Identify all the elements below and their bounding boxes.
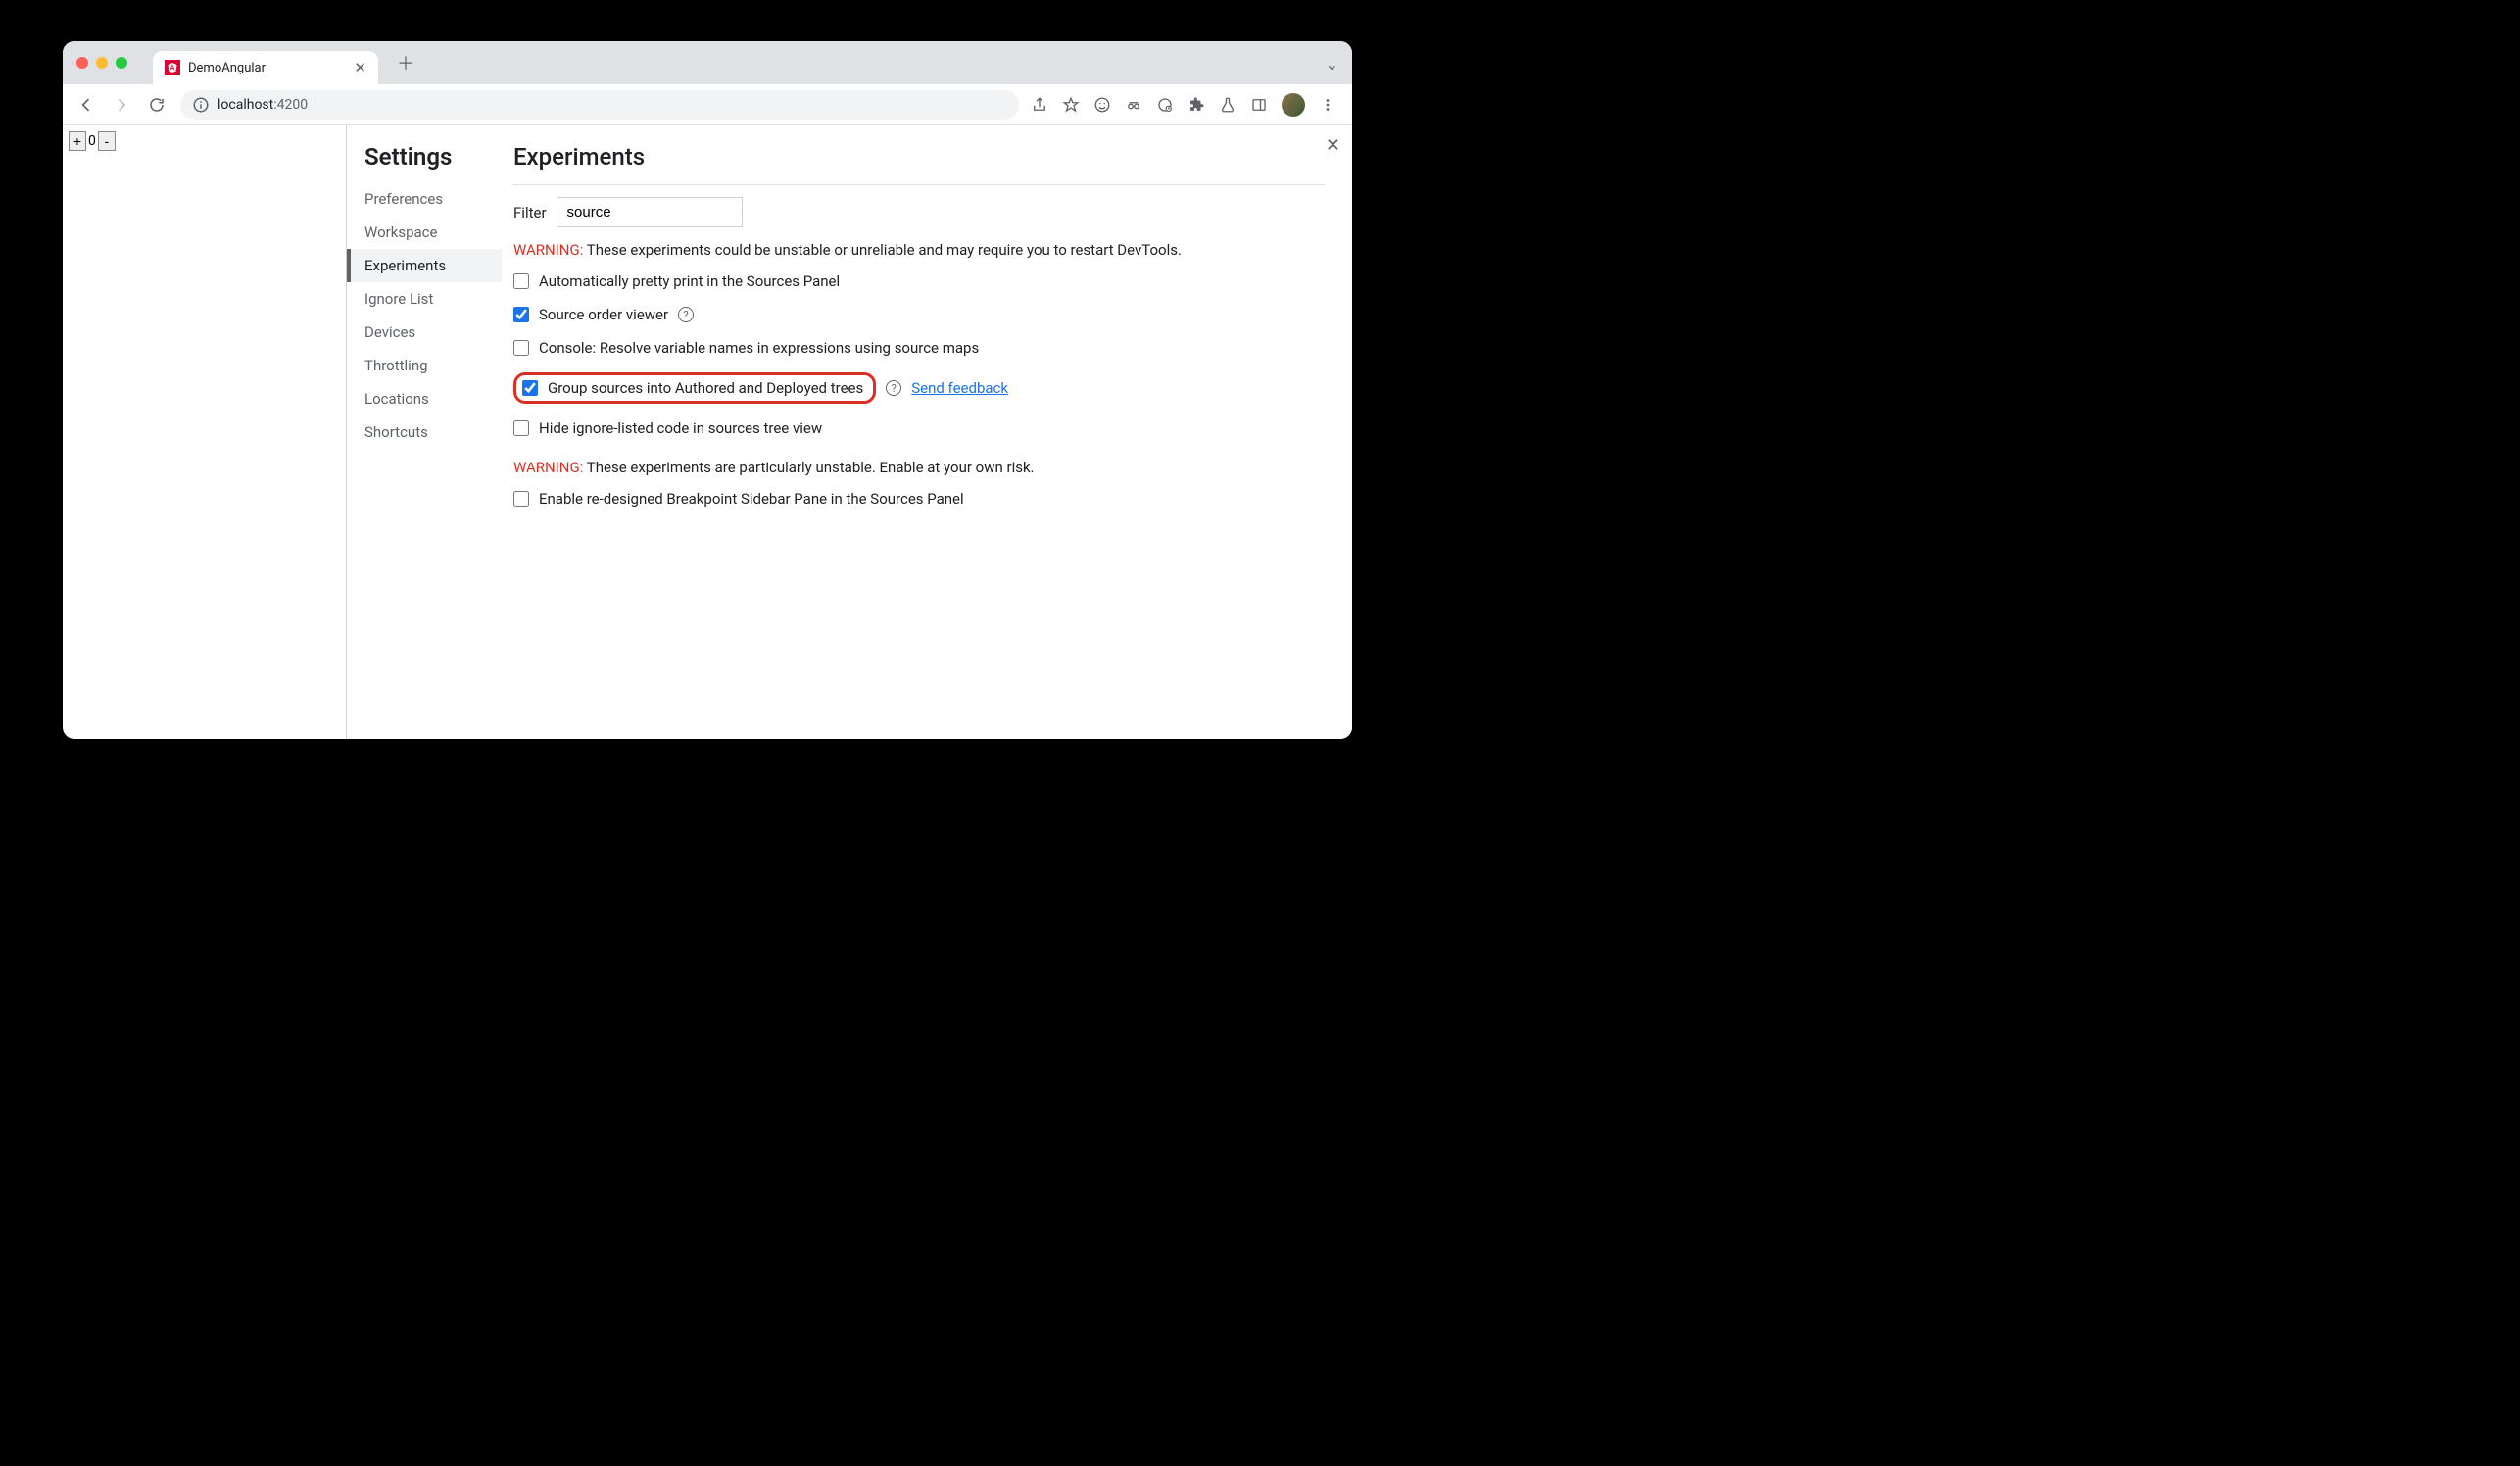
extensions-puzzle-icon[interactable] [1187, 96, 1205, 114]
highlight-box: Group sources into Authored and Deployed… [513, 372, 876, 404]
nav-throttling[interactable]: Throttling [347, 349, 502, 382]
content-area: + 0 - ✕ Settings Preferences Workspace E… [63, 125, 1352, 739]
nav-locations[interactable]: Locations [347, 382, 502, 415]
tab-title: DemoAngular [188, 61, 346, 75]
experiment-label: Console: Resolve variable names in expre… [539, 339, 979, 357]
new-tab-button[interactable]: ＋ [392, 49, 419, 76]
nav-workspace[interactable]: Workspace [347, 216, 502, 249]
browser-toolbar: localhost:4200 [63, 84, 1352, 125]
minimize-window-button[interactable] [96, 57, 108, 69]
angular-favicon-icon [165, 60, 180, 75]
window-controls [76, 57, 127, 69]
share-icon[interactable] [1031, 96, 1048, 114]
nav-devices[interactable]: Devices [347, 316, 502, 349]
filter-input[interactable] [557, 197, 743, 227]
nav-preferences[interactable]: Preferences [347, 182, 502, 216]
extension-smiley-icon[interactable] [1093, 96, 1111, 114]
experiment-group-sources-checkbox[interactable] [522, 380, 538, 396]
divider [513, 184, 1325, 185]
experiment-hide-ignore-listed: Hide ignore-listed code in sources tree … [513, 419, 1325, 437]
experiment-label: Source order viewer [539, 306, 668, 323]
tab-strip: DemoAngular ✕ ＋ ⌄ [63, 41, 1352, 84]
warning-particularly-unstable: WARNING: These experiments are particula… [513, 459, 1325, 476]
maximize-window-button[interactable] [116, 57, 127, 69]
experiment-label: Hide ignore-listed code in sources tree … [539, 419, 822, 437]
experiment-pretty-print: Automatically pretty print in the Source… [513, 272, 1325, 290]
experiment-breakpoint-sidebar: Enable re-designed Breakpoint Sidebar Pa… [513, 490, 1325, 508]
experiments-heading: Experiments [513, 143, 1325, 171]
toolbar-actions [1031, 93, 1340, 117]
extension-incognito-icon[interactable] [1125, 96, 1142, 114]
help-icon[interactable]: ? [678, 307, 694, 322]
experiment-label: Enable re-designed Breakpoint Sidebar Pa… [539, 490, 964, 508]
extension-clock-icon[interactable] [1156, 96, 1174, 114]
send-feedback-link[interactable]: Send feedback [911, 379, 1008, 397]
devtools-settings-panel: ✕ Settings Preferences Workspace Experim… [347, 125, 1352, 739]
increment-button[interactable]: + [69, 131, 86, 151]
site-info-icon[interactable] [192, 96, 210, 114]
experiment-pretty-print-checkbox[interactable] [513, 273, 529, 289]
decrement-button[interactable]: - [98, 131, 116, 151]
help-icon[interactable]: ? [886, 380, 901, 396]
browser-tab[interactable]: DemoAngular ✕ [153, 51, 378, 84]
settings-sidebar: Settings Preferences Workspace Experimen… [347, 125, 502, 739]
address-bar[interactable]: localhost:4200 [180, 90, 1019, 120]
experiment-console-resolve: Console: Resolve variable names in expre… [513, 339, 1325, 357]
close-tab-icon[interactable]: ✕ [354, 59, 366, 76]
experiment-group-sources: Group sources into Authored and Deployed… [513, 372, 1325, 404]
nav-shortcuts[interactable]: Shortcuts [347, 415, 502, 449]
tab-overflow-icon[interactable]: ⌄ [1326, 55, 1338, 73]
settings-nav: Preferences Workspace Experiments Ignore… [347, 182, 502, 449]
filter-label: Filter [513, 204, 547, 221]
nav-ignore-list[interactable]: Ignore List [347, 282, 502, 316]
settings-main: Experiments Filter WARNING: These experi… [502, 125, 1352, 739]
side-panel-icon[interactable] [1250, 96, 1268, 114]
counter-widget: + 0 - [69, 131, 116, 151]
filter-row: Filter [513, 197, 1325, 227]
reload-button[interactable] [145, 93, 169, 117]
back-button[interactable] [74, 93, 98, 117]
experiment-label: Group sources into Authored and Deployed… [548, 379, 863, 397]
close-window-button[interactable] [76, 57, 88, 69]
experiment-hide-ignore-checkbox[interactable] [513, 420, 529, 436]
settings-title: Settings [347, 143, 502, 182]
counter-value: 0 [87, 133, 97, 149]
page-viewport: + 0 - [63, 125, 347, 739]
labs-flask-icon[interactable] [1219, 96, 1236, 114]
bookmark-star-icon[interactable] [1062, 96, 1080, 114]
experiment-source-order-checkbox[interactable] [513, 307, 529, 322]
kebab-menu-icon[interactable] [1319, 96, 1336, 114]
close-settings-icon[interactable]: ✕ [1326, 135, 1340, 156]
experiment-label: Automatically pretty print in the Source… [539, 272, 840, 290]
profile-avatar[interactable] [1282, 93, 1305, 117]
browser-window: DemoAngular ✕ ＋ ⌄ localhost:4200 [63, 41, 1352, 739]
warning-unstable: WARNING: These experiments could be unst… [513, 241, 1325, 259]
forward-button[interactable] [110, 93, 133, 117]
experiment-console-resolve-checkbox[interactable] [513, 340, 529, 356]
experiment-source-order-viewer: Source order viewer ? [513, 306, 1325, 323]
url-text: localhost:4200 [218, 97, 308, 113]
experiment-breakpoint-sidebar-checkbox[interactable] [513, 491, 529, 507]
nav-experiments[interactable]: Experiments [347, 249, 502, 282]
